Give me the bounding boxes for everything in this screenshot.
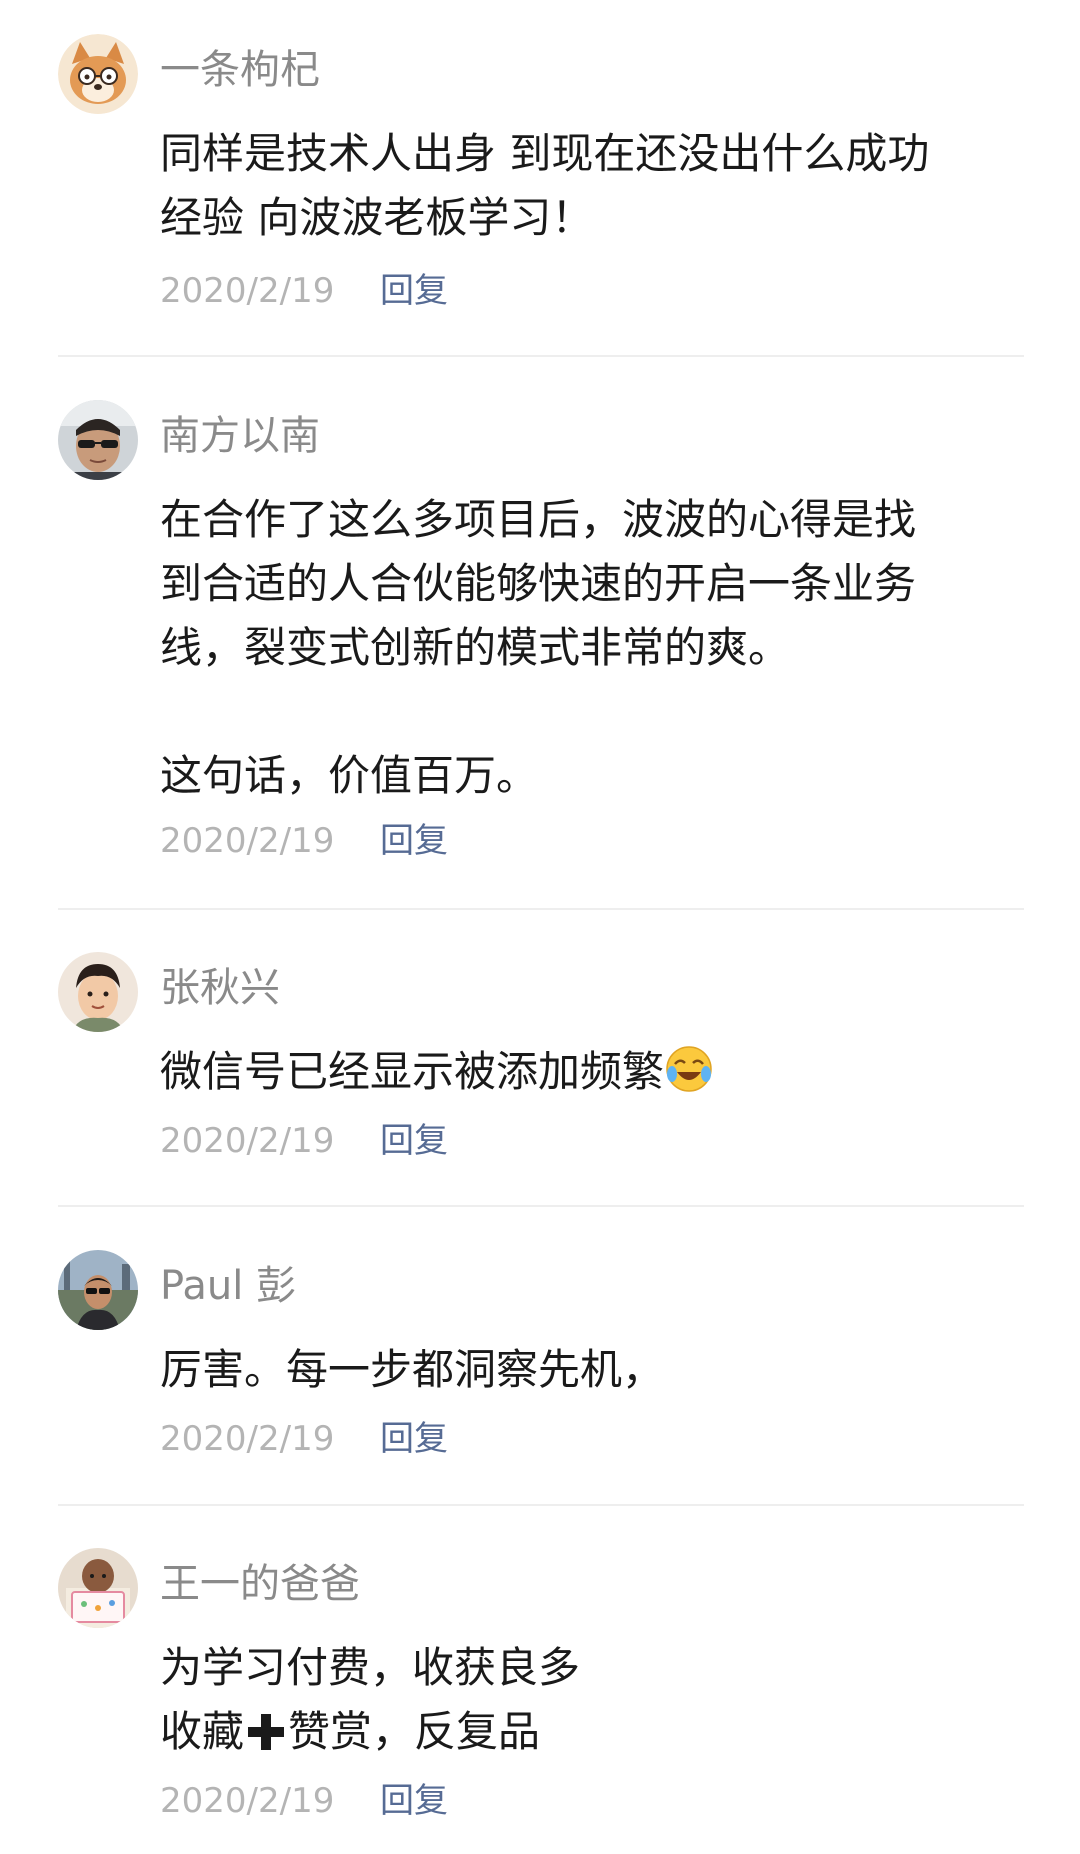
comment-date: 2020/2/19: [160, 271, 335, 311]
comment-text: 厉害。每一步都洞察先机，: [160, 1345, 665, 1394]
comment-text-line: 为学习付费，收获良多: [160, 1643, 581, 1692]
reply-button[interactable]: 回复: [380, 1116, 448, 1166]
plus-icon: [244, 1708, 288, 1772]
comment-text-line: 赞赏，反复品: [288, 1707, 541, 1756]
divider: [58, 908, 1024, 910]
divider: [58, 355, 1024, 357]
user-avatar-icon[interactable]: [58, 400, 138, 480]
reply-button[interactable]: 回复: [380, 1776, 448, 1826]
nickname[interactable]: 一条枸杞: [160, 42, 320, 98]
comment-text: 同样是技术人出身 到现在还没出什么成功 经验 向波波老板学习！: [160, 129, 930, 242]
comment-date: 2020/2/19: [160, 1121, 335, 1161]
user-avatar-icon[interactable]: [58, 952, 138, 1032]
user-avatar-icon[interactable]: [58, 1250, 138, 1330]
comment-date: 2020/2/19: [160, 821, 335, 861]
comment-date: 2020/2/19: [160, 1419, 335, 1459]
comment-text-body: 微信号已经显示被添加频繁: [160, 1047, 665, 1096]
nickname[interactable]: Paul 彭: [160, 1258, 296, 1314]
comment-meta: 2020/2/19 回复: [160, 1776, 448, 1826]
comment-meta: 2020/2/19 回复: [160, 1414, 448, 1464]
comment-meta: 2020/2/19 回复: [160, 1116, 448, 1166]
comment-meta: 2020/2/19 回复: [160, 266, 448, 316]
comment-text: 微信号已经显示被添加频繁: [160, 1040, 1020, 1112]
comment-text: 为学习付费，收获良多 收藏 赞赏，反复品: [160, 1636, 1020, 1772]
nickname[interactable]: 王一的爸爸: [160, 1556, 360, 1612]
shiba-dog-avatar-icon[interactable]: [58, 34, 138, 114]
divider: [58, 1504, 1024, 1506]
crying-laughing-emoji-icon: [664, 1044, 714, 1112]
comment-date: 2020/2/19: [160, 1781, 335, 1821]
reply-button[interactable]: 回复: [380, 1414, 448, 1464]
reply-button[interactable]: 回复: [380, 816, 448, 866]
comment-text: 在合作了这么多项目后，波波的心得是找 到合适的人合伙能够快速的开启一条业务 线，…: [160, 495, 917, 800]
divider: [58, 1205, 1024, 1207]
reply-button[interactable]: 回复: [380, 266, 448, 316]
baby-photo-avatar-icon[interactable]: [58, 1548, 138, 1628]
nickname[interactable]: 南方以南: [160, 408, 320, 464]
comment-text-line: 收藏: [160, 1707, 245, 1756]
nickname[interactable]: 张秋兴: [160, 960, 280, 1016]
comment-meta: 2020/2/19 回复: [160, 816, 448, 866]
